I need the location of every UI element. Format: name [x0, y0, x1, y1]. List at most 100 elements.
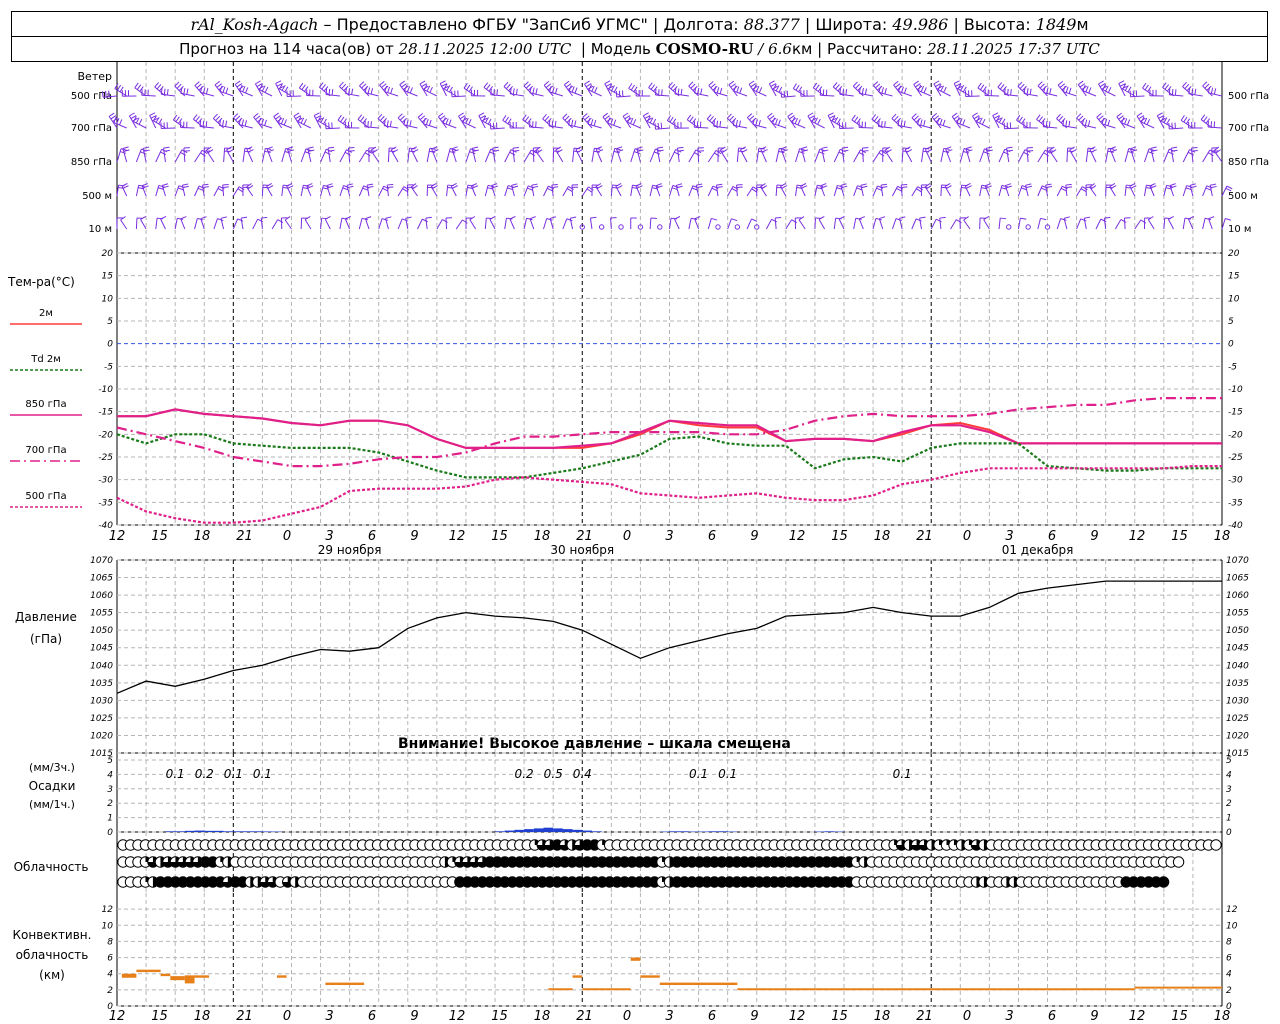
time-tick-bottom: 15: [491, 1009, 508, 1024]
wind-barb: [347, 148, 351, 163]
wind-barb: [364, 218, 370, 230]
wind-barb: [386, 185, 389, 197]
wind-barb-flag: [281, 84, 286, 91]
wind-barb-flag: [893, 80, 899, 86]
temp-tick-left: -30: [98, 476, 113, 486]
wind-barb: [998, 149, 1006, 163]
wind-calm-marker: [1025, 224, 1031, 230]
wind-barb-flag: [1118, 115, 1124, 120]
wind-barb-flag: [1005, 183, 1012, 187]
wind-barb-flag: [913, 115, 919, 121]
wind-barb-flag: [716, 186, 723, 188]
wind-barb-flag: [222, 184, 229, 186]
pressure-unit: (гПа): [30, 632, 62, 646]
wind-barb-flag: [237, 188, 244, 193]
time-tick: 0: [963, 529, 971, 544]
wind-barb: [688, 218, 692, 230]
wind-barb-flag: [636, 146, 643, 149]
wind-barb: [872, 185, 878, 197]
wind-barb-flag: [399, 115, 405, 121]
wind-barb-flag: [873, 116, 879, 122]
wind-barb-flag: [328, 88, 331, 95]
wind-barb: [1213, 150, 1223, 163]
wind-barb-flag: [716, 87, 720, 94]
wind-barb: [727, 186, 734, 197]
wind-barb: [1182, 149, 1191, 163]
wind-barb: [921, 148, 924, 163]
wind-barb: [325, 94, 340, 97]
wind-barb-flag: [758, 87, 763, 94]
wind-barb-flag: [432, 149, 439, 153]
wind-barb-flag: [1210, 87, 1214, 94]
wind-barb-flag: [287, 146, 294, 150]
wind-barb-flag: [237, 218, 244, 222]
wind-barb-flag: [285, 148, 292, 151]
wind-barb: [339, 218, 343, 230]
wind-barb-flag: [222, 120, 225, 127]
wind-barb: [504, 218, 507, 230]
wind-barb-flag: [1090, 149, 1097, 153]
precip-bar: [165, 831, 176, 832]
wind-barb-flag: [238, 118, 242, 125]
wind-barb-flag: [1077, 80, 1084, 85]
wind-barb-flag: [879, 216, 886, 220]
conv-tick-right: 12: [1226, 905, 1238, 915]
conv-segment: [737, 988, 796, 991]
wind-barb-flag: [1029, 88, 1032, 95]
wind-barb-flag: [817, 118, 821, 125]
wind-barb: [853, 218, 857, 230]
wind-barb-flag: [326, 183, 333, 187]
wind-barb-flag: [1065, 186, 1073, 188]
wind-barb-flag: [851, 114, 856, 121]
wind-barb: [900, 184, 903, 197]
wind-barb: [1076, 117, 1087, 129]
wind-barb: [891, 118, 903, 129]
precip-unit-1h: (мм/1ч.): [29, 798, 75, 811]
wind-barb-flag: [102, 91, 104, 98]
precip-bar: [504, 830, 515, 832]
wind-barb-flag: [1096, 113, 1102, 118]
conv-tick-left: 8: [107, 937, 113, 947]
wind-barb-flag: [364, 120, 366, 127]
time-tick: 6: [368, 529, 376, 544]
conv-segment: [136, 969, 161, 973]
time-tick-bottom: 0: [623, 1009, 631, 1024]
wind-barb-flag: [359, 81, 365, 87]
wind-barb-flag: [301, 84, 306, 91]
wind-barb-flag: [775, 118, 778, 125]
wind-barb-flag: [367, 186, 374, 189]
wind-barb-flag: [406, 86, 411, 93]
wind-barb-flag: [379, 115, 385, 122]
wind-barb: [484, 217, 487, 230]
wind-barb-flag: [565, 83, 572, 88]
wind-barb: [490, 94, 505, 97]
wind-barb-flag: [486, 84, 491, 90]
wind-barb-flag: [504, 116, 509, 123]
wind-barb-flag: [196, 83, 202, 89]
wind-barb-flag: [1001, 184, 1008, 188]
wind-barb-flag: [821, 146, 828, 149]
time-tick: 0: [623, 529, 631, 544]
wind-barb: [1114, 219, 1122, 230]
wind-barb-flag: [264, 119, 267, 126]
wind-barb-flag: [977, 82, 982, 89]
wind-barb-flag: [1080, 188, 1087, 193]
precip-3h-label: 0.1: [718, 767, 737, 781]
wind-barb: [630, 148, 636, 163]
wind-barb-flag: [935, 218, 942, 223]
wind-barb-flag: [379, 80, 385, 86]
wind-barb-flag: [880, 183, 888, 186]
wind-barb-flag: [1049, 88, 1052, 95]
conv-tick-left: 2: [107, 986, 113, 996]
time-tick: 18: [874, 529, 891, 544]
wind-barb-flag: [180, 152, 186, 156]
precip-bar: [213, 830, 224, 832]
wind-barb: [919, 218, 923, 230]
wind-barb: [135, 217, 138, 230]
wind-barb: [1188, 93, 1203, 97]
wind-barb: [194, 218, 198, 230]
wind-barb-flag: [1171, 146, 1178, 149]
wind-barb-flag: [483, 82, 489, 88]
temp-tick-right: -5: [1228, 362, 1237, 372]
precip-tick-right: 1: [1226, 814, 1232, 824]
